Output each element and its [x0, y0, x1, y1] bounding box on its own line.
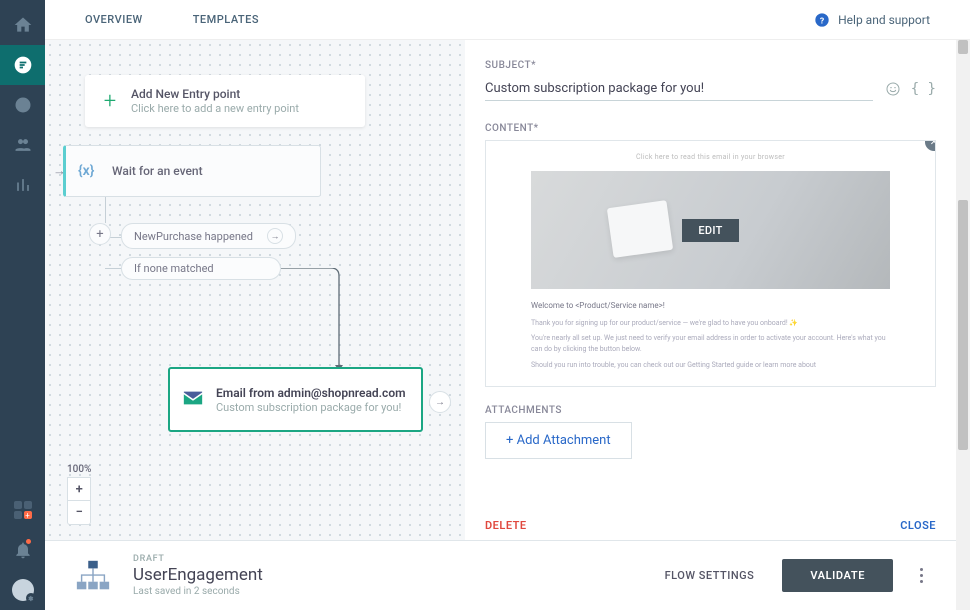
email-output-port[interactable]: →: [429, 391, 451, 413]
emoji-icon[interactable]: [885, 81, 901, 97]
home-icon[interactable]: [0, 5, 45, 45]
connector-line: [105, 268, 121, 269]
delete-button[interactable]: DELETE: [485, 519, 527, 532]
notifications-icon[interactable]: [0, 530, 45, 570]
tab-overview[interactable]: OVERVIEW: [85, 13, 143, 26]
branch-new-purchase[interactable]: NewPurchase happened →: [121, 223, 296, 249]
more-options-icon[interactable]: [911, 561, 931, 591]
scrollbar-thumb[interactable]: [958, 40, 968, 54]
preview-heading: Welcome to <Product/Service name>!: [531, 301, 890, 310]
zoom-in-button[interactable]: +: [67, 477, 91, 501]
help-icon: ?: [814, 12, 830, 28]
content-label: CONTENT*: [485, 123, 936, 134]
flow-canvas[interactable]: → + Add New Entry point Click here to ad…: [45, 40, 465, 540]
flow-status: DRAFT: [133, 554, 263, 564]
flow-saved-time: Last saved in 2 seconds: [133, 586, 263, 597]
preview-text: Should you run into trouble, you can che…: [531, 360, 890, 371]
flow-name[interactable]: UserEngagement: [133, 565, 263, 585]
add-attachment-button[interactable]: + Add Attachment: [485, 422, 632, 459]
preview-text: You're nearly all set up. We just need t…: [531, 333, 890, 355]
help-label: Help and support: [838, 13, 930, 27]
edit-content-button[interactable]: EDIT: [682, 219, 738, 242]
zoom-control: 100% + −: [67, 464, 91, 525]
svg-text:?: ?: [820, 16, 824, 26]
zoom-level: 100%: [67, 464, 91, 475]
flow-diagram-icon: [70, 553, 115, 598]
connector-line: [105, 197, 106, 223]
people-icon[interactable]: [0, 125, 45, 165]
close-button[interactable]: CLOSE: [900, 519, 936, 532]
connector-path: [281, 268, 341, 373]
branch-none-matched[interactable]: If none matched: [121, 257, 281, 280]
help-link[interactable]: ? Help and support: [814, 12, 930, 28]
scrollbar: [956, 40, 970, 610]
email-subtitle: Custom subscription package for you!: [216, 401, 406, 414]
wait-event-node[interactable]: {x} Wait for an event: [63, 145, 321, 197]
notification-dot: [26, 539, 31, 544]
preview-hero-image: EDIT: [531, 171, 890, 289]
validate-button[interactable]: VALIDATE: [782, 559, 893, 592]
account-icon[interactable]: [0, 570, 45, 610]
add-branch-button[interactable]: +: [89, 223, 111, 245]
variable-icon: {x}: [78, 163, 104, 179]
bottom-toolbar: DRAFT UserEngagement Last saved in 2 sec…: [45, 540, 956, 610]
wait-title: Wait for an event: [112, 164, 203, 178]
attachments-label: ATTACHMENTS: [485, 405, 936, 416]
email-title: Email from admin@shopnread.com: [216, 386, 406, 400]
zoom-out-button[interactable]: −: [67, 501, 91, 525]
analytics-icon[interactable]: [0, 165, 45, 205]
email-icon: [182, 387, 208, 413]
branch-output-icon[interactable]: →: [267, 228, 283, 244]
subject-input[interactable]: [485, 77, 873, 101]
branch-label: NewPurchase happened: [134, 230, 253, 243]
flow-settings-button[interactable]: FLOW SETTINGS: [665, 569, 755, 582]
email-node[interactable]: Email from admin@shopnread.com Custom su…: [168, 367, 423, 432]
top-navigation: OVERVIEW TEMPLATES ? Help and support: [45, 0, 970, 40]
tab-templates[interactable]: TEMPLATES: [193, 13, 259, 26]
subject-label: SUBJECT*: [485, 60, 936, 71]
plus-icon: +: [97, 89, 123, 114]
preview-browser-link: Click here to read this email in your br…: [531, 153, 890, 161]
scrollbar-thumb[interactable]: [958, 200, 968, 450]
chat-icon[interactable]: [0, 85, 45, 125]
apps-icon[interactable]: +: [0, 490, 45, 530]
entry-subtitle: Click here to add a new entry point: [131, 102, 299, 115]
preview-text: Thank you for signing up for our product…: [531, 318, 890, 329]
entry-title: Add New Entry point: [131, 87, 299, 101]
add-entry-point-node[interactable]: + Add New Entry point Click here to add …: [85, 75, 365, 127]
flows-icon[interactable]: [0, 45, 45, 85]
email-content-preview[interactable]: ✕ Click here to read this email in your …: [485, 140, 936, 387]
left-navigation-rail: +: [0, 0, 45, 610]
placeholder-icon[interactable]: { }: [911, 81, 936, 97]
email-editor-panel: SUBJECT* { } CONTENT* ✕ Click here to re…: [465, 40, 956, 540]
